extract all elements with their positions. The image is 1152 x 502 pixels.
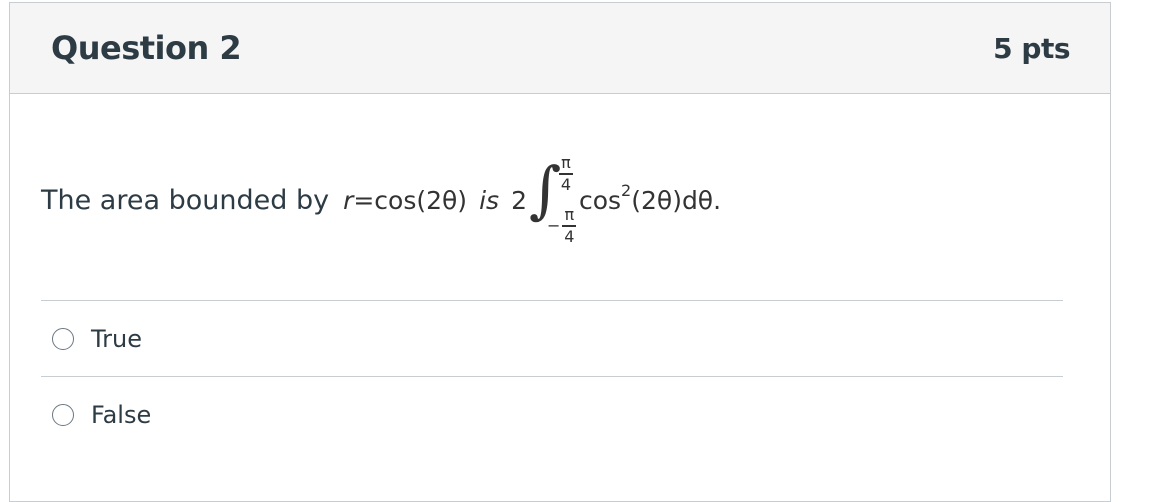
lower-bound-denominator: 4 [564, 226, 575, 246]
math-integral: ∫ π 4 − π 4 [527, 145, 579, 255]
question-header: Question 2 5 pts [10, 3, 1110, 94]
integral-lower-bound: − π 4 [546, 205, 577, 246]
math-coefficient: 2 [511, 185, 527, 215]
integrand-rest: (2θ)dθ. [631, 185, 722, 215]
answer-label[interactable]: False [91, 401, 151, 429]
upper-bound-denominator: 4 [560, 174, 572, 194]
math-equation: =cos(2θ) [353, 185, 468, 215]
math-r-variable: r [343, 185, 354, 215]
question-title: Question 2 [51, 29, 242, 67]
answer-list: True False [41, 300, 1063, 452]
integral-upper-bound: π 4 [558, 153, 573, 194]
upper-bound-numerator: π [561, 153, 571, 172]
radio-button-icon[interactable] [52, 403, 74, 426]
integrand-exponent: 2 [621, 180, 632, 200]
lower-bound-numerator: π [564, 205, 575, 224]
question-text: The area bounded by r =cos(2θ) is 2 ∫ π … [41, 140, 721, 260]
answer-option-true[interactable]: True [41, 300, 1063, 376]
question-points: 5 pts [993, 31, 1070, 65]
lower-bound-minus: − [546, 215, 561, 235]
answer-option-false[interactable]: False [41, 376, 1063, 452]
question-lead-text: The area bounded by [41, 184, 330, 216]
math-expression: r =cos(2θ) is 2 ∫ π 4 − π 4 cos 2 (2θ)dθ [343, 145, 721, 255]
radio-button-icon[interactable] [52, 327, 74, 350]
math-is-word: is [479, 185, 500, 215]
answer-label[interactable]: True [91, 325, 142, 353]
integrand-cos: cos [578, 185, 622, 215]
